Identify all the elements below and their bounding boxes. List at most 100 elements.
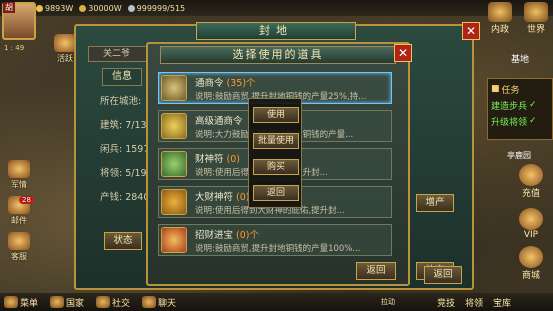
military-button[interactable]: 军情	[2, 160, 36, 190]
status-button[interactable]: 状态	[104, 232, 142, 250]
check-icon: ✓	[529, 116, 537, 126]
map-location-label: 亭鹿园	[507, 151, 531, 160]
world-icon	[524, 2, 548, 22]
fief-dialog-title: 封地	[196, 22, 356, 40]
support-label: 客服	[11, 252, 27, 261]
item-context-menu: 使用 批量使用 购买 返回	[248, 98, 302, 208]
chat-label: 聊天	[158, 298, 177, 309]
vip-button[interactable]: VIP	[515, 208, 547, 240]
boost-button[interactable]: 增产	[416, 194, 454, 212]
treasury-button[interactable]: 宝库	[493, 296, 511, 309]
advanced-trade-order-icon	[161, 113, 187, 139]
shop-label: 商城	[521, 271, 540, 281]
task-item[interactable]: 升级将领 ✓	[491, 113, 549, 129]
close-icon[interactable]: ✕	[462, 22, 480, 40]
item-name: 财神符	[195, 154, 224, 165]
internal-affairs-icon	[488, 2, 512, 22]
chat-button[interactable]: 聊天	[142, 296, 176, 309]
mail-label: 邮件	[11, 216, 27, 225]
shop-icon	[519, 246, 543, 268]
trade-order-icon	[161, 75, 187, 101]
shop-button[interactable]: 商城	[515, 246, 547, 281]
recharge-button[interactable]: 充值	[515, 164, 547, 199]
item-title: 财神符 (0)	[195, 151, 240, 165]
active-label: 活跃	[57, 54, 73, 63]
internal-affairs-button[interactable]: 内政	[485, 2, 515, 35]
item-back-button[interactable]: 返回	[356, 262, 396, 280]
task-icon: ■	[491, 84, 500, 94]
support-icon	[8, 232, 30, 250]
player-tag: 胡	[3, 2, 15, 13]
country-button[interactable]: 国家	[50, 296, 84, 309]
generals-button[interactable]: 将领	[465, 296, 483, 309]
food-value: 30000W	[88, 3, 122, 13]
right-top-icons: 内政 世界	[485, 2, 551, 35]
list-item[interactable]: 招财进宝 (0)个 说明:鼓励商贸,提升封地铜钱的产量100%...	[158, 224, 392, 256]
social-button[interactable]: 社交	[96, 296, 130, 309]
active-icon	[54, 34, 76, 52]
support-button[interactable]: 客服	[2, 232, 36, 262]
item-title: 大财神符 (0)	[195, 189, 250, 203]
social-label: 社交	[112, 298, 131, 309]
country-label: 国家	[66, 298, 85, 309]
task-title-row: ■ 任务	[491, 81, 549, 97]
task-item-label: 建造步兵	[491, 101, 528, 112]
fief-info: 所在城池: 建筑: 7/13 闲兵: 1597 将领: 5/19 产钱: 284…	[84, 90, 154, 210]
task-panel[interactable]: ■ 任务 建造步兵 ✓ 升级将领 ✓	[487, 78, 553, 140]
treasure-chest-icon	[161, 227, 187, 253]
task-title: 任务	[501, 85, 520, 96]
drag-hint: 拉动	[380, 298, 395, 306]
item-dialog-title: 选择使用的道具	[160, 46, 396, 64]
vip-label: VIP	[523, 230, 539, 240]
item-title: 高级通商令	[195, 113, 243, 127]
check-icon: ✓	[529, 100, 537, 110]
item-title: 招财进宝 (0)个	[195, 227, 259, 241]
world-label: 世界	[526, 25, 545, 35]
coin-icon	[36, 4, 43, 12]
world-button[interactable]: 世界	[521, 2, 551, 35]
item-count: (0)个	[236, 230, 260, 241]
great-fortune-charm-icon	[161, 189, 187, 215]
vip-icon	[519, 208, 543, 230]
player-avatar[interactable]: 胡	[2, 2, 36, 40]
coin-resource: 9893W	[36, 4, 73, 13]
internal-affairs-label: 内政	[490, 25, 509, 35]
item-desc: 说明:鼓励商贸,提升封地铜钱的产量100%...	[195, 244, 361, 254]
menu-icon	[4, 296, 18, 308]
fief-back-button[interactable]: 返回	[424, 266, 462, 284]
player-level: 1 : 49	[4, 44, 25, 52]
social-icon	[96, 296, 111, 308]
country-icon	[50, 296, 65, 308]
item-name: 大财神符	[195, 192, 234, 203]
troop-value: 999999/515	[136, 3, 186, 13]
region-tab[interactable]: 基地	[511, 52, 529, 65]
recharge-label: 充值	[521, 189, 540, 199]
arena-button[interactable]: 竞技	[437, 296, 455, 309]
task-item-label: 升级将领	[491, 117, 528, 128]
military-icon	[8, 160, 30, 178]
mail-button[interactable]: 28 邮件	[2, 196, 36, 226]
batch-use-button[interactable]: 批量使用	[253, 133, 299, 149]
mail-badge: 28	[19, 196, 34, 204]
menu-label: 菜单	[20, 298, 39, 309]
close-icon[interactable]: ✕	[394, 44, 412, 62]
troop-icon	[127, 4, 135, 12]
fief-sub-tab[interactable]: 关二爷	[88, 46, 148, 62]
item-name: 通商令	[195, 78, 224, 89]
use-button[interactable]: 使用	[253, 107, 299, 123]
resource-bar: 9893W 30000W 999999/515	[0, 0, 553, 16]
item-title: 通商令 (35)个	[195, 75, 256, 89]
item-count: (0)	[226, 154, 241, 165]
food-icon	[79, 4, 87, 12]
menu-back-button[interactable]: 返回	[253, 185, 299, 201]
bottom-bar: 菜单 国家 社交 聊天 拉动 竞技 将领 宝库	[0, 293, 553, 311]
fief-sub-label: 关二爷	[103, 49, 131, 59]
buy-button[interactable]: 购买	[253, 159, 299, 175]
item-name: 高级通商令	[195, 116, 243, 127]
chat-icon	[142, 296, 157, 308]
recharge-icon	[519, 164, 543, 186]
menu-button[interactable]: 菜单	[4, 296, 38, 309]
tab-info[interactable]: 信息	[102, 68, 142, 86]
task-item[interactable]: 建造步兵 ✓	[491, 97, 549, 113]
troop-resource: 999999/515	[127, 3, 186, 13]
